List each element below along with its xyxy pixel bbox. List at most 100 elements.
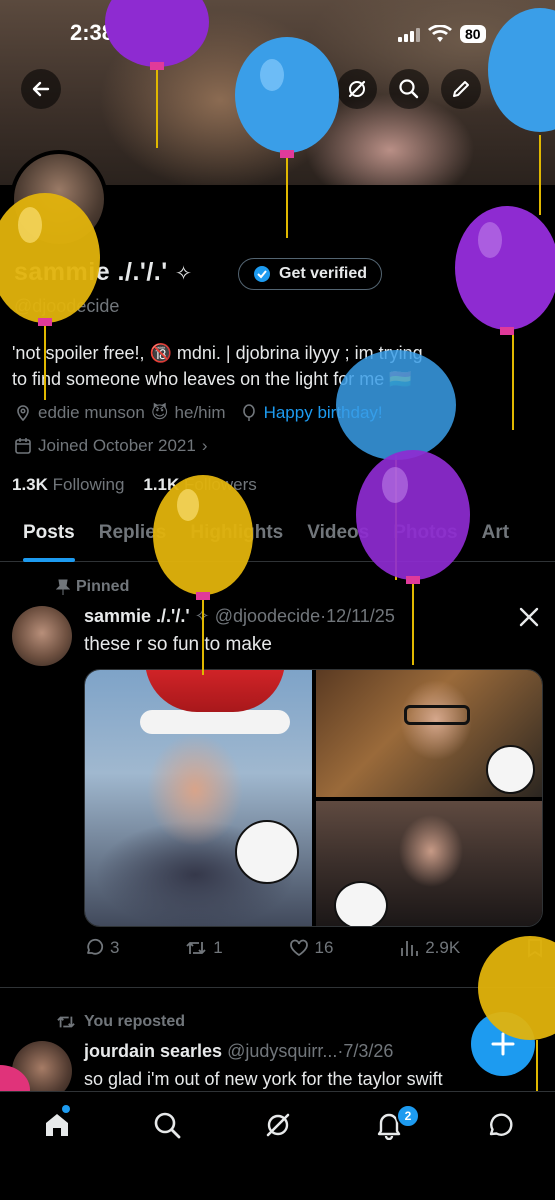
grok-button[interactable] <box>337 69 377 109</box>
santa-hat <box>145 670 285 712</box>
status-time: 2:38 <box>70 20 115 45</box>
snoopy-chef-sticker <box>486 745 535 794</box>
tab-videos[interactable]: Videos <box>307 518 369 561</box>
pinned-label: Pinned <box>76 578 130 595</box>
like-button[interactable]: 16 <box>289 938 334 958</box>
profile-tabs: Posts Replies Highlights Videos Photos A… <box>0 518 555 562</box>
birthday-link[interactable]: Happy birthday! <box>264 403 383 423</box>
messages-icon[interactable] <box>485 1110 515 1140</box>
share-button[interactable] <box>493 69 533 109</box>
repost-label: You reposted <box>84 1013 186 1030</box>
repost-icon <box>186 942 206 954</box>
tweet-header: sammie ./.'/.' ✧ @djoodecide·12/11/25 <box>84 606 395 627</box>
calendar-icon <box>15 438 31 454</box>
tweet-header-2: jourdain searles @judysquirr...·7/3/26 <box>84 1041 393 1062</box>
tweet-actions: 3 1 16 2.9K <box>84 938 544 958</box>
tweet-divider <box>0 987 555 988</box>
search-icon[interactable] <box>152 1110 182 1140</box>
profile-handle: @djoodecide <box>14 296 120 316</box>
tweet-date-2[interactable]: 7/3/26 <box>343 1041 393 1061</box>
grok-icon[interactable] <box>263 1110 293 1140</box>
santa-hat-trim <box>140 710 290 734</box>
location-emoji: 😈 <box>150 403 169 422</box>
repost-indicator: You reposted <box>56 1013 185 1031</box>
bio-line-1: 'not spoiler free!, 🔞 mdni. | djobrina i… <box>12 343 423 363</box>
repost-button[interactable]: 1 <box>185 938 223 958</box>
signal-icon <box>398 26 420 42</box>
edit-button[interactable] <box>441 69 481 109</box>
chevron-right-icon: › <box>201 436 208 455</box>
status-icons: 80 <box>398 22 486 46</box>
location-icon <box>17 405 29 422</box>
tweet-author-name[interactable]: sammie ./.'/.' <box>84 606 190 626</box>
following-link[interactable]: 1.3K Following <box>12 475 124 494</box>
following-label: Following <box>52 475 125 494</box>
get-verified-button[interactable]: Get verified <box>238 258 383 290</box>
tweet-text-2: so glad i'm out of new york for the tayl… <box>84 1069 443 1089</box>
tab-photos[interactable]: Photos <box>393 518 457 561</box>
birthday-icon <box>242 404 255 421</box>
back-button[interactable] <box>21 69 61 109</box>
following-count: 1.3K <box>12 475 48 494</box>
sparkle-icon: ✧ <box>194 606 210 626</box>
get-verified-label: Get verified <box>279 265 368 282</box>
views-count: 2.9K <box>425 938 461 957</box>
profile-meta: eddie munson 😈 he/him Happy birthday! <box>14 403 383 423</box>
bottom-nav: 2 <box>0 1091 555 1200</box>
tweet-avatar[interactable] <box>12 606 72 666</box>
bio-line-2: to find someone who leaves on the light … <box>12 369 412 389</box>
tab-replies[interactable]: Replies <box>99 518 167 561</box>
bookmark-icon <box>528 939 542 958</box>
verified-badge-icon <box>254 266 270 282</box>
tweet-image-3[interactable] <box>316 801 542 926</box>
heart-icon <box>289 939 308 957</box>
glasses <box>404 705 470 725</box>
plus-icon <box>491 1032 515 1056</box>
views-icon <box>401 941 419 956</box>
repost-icon <box>57 1016 75 1028</box>
tweet-author-handle[interactable]: @djoodecide <box>215 606 320 626</box>
followers-link[interactable]: 1.1K Followers <box>143 475 256 494</box>
sparkle-icon: ✧ <box>175 263 193 285</box>
profile-avatar[interactable] <box>10 150 108 248</box>
reply-icon <box>87 938 104 955</box>
followers-count: 1.1K <box>143 475 180 494</box>
views-button[interactable]: 2.9K <box>399 938 460 958</box>
snoopy-sticker <box>235 820 299 884</box>
tweet-author-name-2[interactable]: jourdain searles <box>84 1041 222 1061</box>
edit-icon <box>453 81 469 97</box>
tweet-image-2[interactable] <box>316 670 542 797</box>
tweet-image-1[interactable] <box>85 670 312 926</box>
search-icon <box>399 79 419 99</box>
joined-text: Joined October 2021 <box>38 436 196 455</box>
tweet-date[interactable]: 12/11/25 <box>326 606 395 626</box>
battery-indicator: 80 <box>460 25 486 43</box>
joined-row[interactable]: Joined October 2021 › <box>14 436 208 456</box>
search-button[interactable] <box>389 69 429 109</box>
followers-label: Followers <box>184 475 257 494</box>
reply-count: 3 <box>110 938 120 957</box>
tab-art[interactable]: Art <box>482 518 509 561</box>
grok-icon <box>348 80 366 98</box>
like-count: 16 <box>314 938 334 957</box>
profile-name: sammie ./.'/.' ✧ <box>14 258 192 287</box>
tab-highlights[interactable]: Highlights <box>190 518 283 561</box>
tweet-text: these r so fun to make <box>84 634 272 655</box>
tweet-media-grid <box>84 669 543 927</box>
reply-button[interactable]: 3 <box>84 938 119 958</box>
home-icon[interactable] <box>42 1110 72 1140</box>
notification-badge: 2 <box>396 1104 420 1128</box>
compose-button[interactable] <box>471 1012 535 1076</box>
tweet-author-handle-2[interactable]: @judysquirr... <box>227 1041 337 1061</box>
pin-icon <box>56 579 70 595</box>
x-logo-icon[interactable] <box>518 606 540 628</box>
bookmark-button[interactable] <box>526 938 544 958</box>
balloon-purple <box>455 206 555 430</box>
pronouns-text: he/him <box>174 403 226 422</box>
follow-stats: 1.3K Following 1.1K Followers <box>12 475 257 495</box>
wifi-icon <box>428 25 452 42</box>
home-notification-dot <box>62 1105 70 1113</box>
back-arrow-icon <box>32 81 50 97</box>
tab-posts[interactable]: Posts <box>23 518 75 562</box>
pinned-indicator: Pinned <box>56 578 129 596</box>
